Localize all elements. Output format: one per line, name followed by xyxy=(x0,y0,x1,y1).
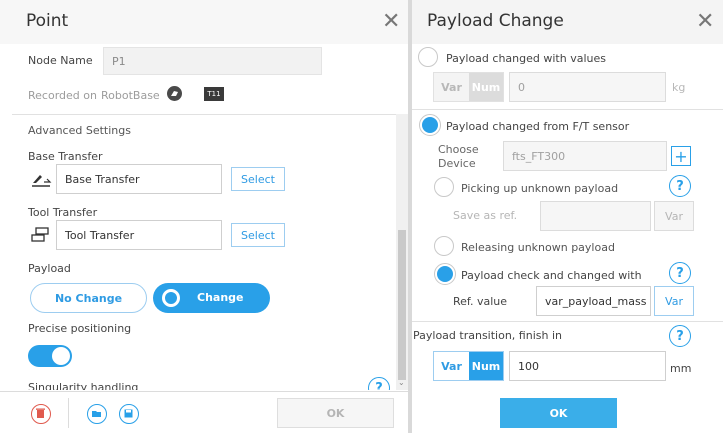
ref-value-label: Ref. value xyxy=(453,295,508,308)
base-transfer-input[interactable]: Base Transfer xyxy=(56,164,222,194)
point-panel: Point ✕ Node Name P1 Recorded on RobotBa… xyxy=(0,0,408,433)
recorded-on-value: RobotBase xyxy=(101,89,160,102)
transition-help-icon[interactable]: ? xyxy=(669,325,691,347)
precise-positioning-label: Precise positioning xyxy=(28,322,132,335)
opt-values-label: Payload changed with values xyxy=(446,52,606,65)
footer-separator xyxy=(68,398,69,428)
change-toggle[interactable]: Change xyxy=(153,283,270,313)
app-root: Point ✕ Node Name P1 Recorded on RobotBa… xyxy=(0,0,723,433)
payload-ok-button[interactable]: OK xyxy=(500,398,617,428)
save-as-ref-var-button[interactable]: Var xyxy=(654,201,694,231)
payload-change-panel: Payload Change ✕ Payload changed with va… xyxy=(412,0,723,433)
singularity-handling-label: Singularity handling xyxy=(28,381,139,390)
unit-mm: mm xyxy=(670,362,692,375)
no-change-label: No Change xyxy=(54,291,123,305)
point-title: Point xyxy=(26,11,69,31)
node-name-input[interactable]: P1 xyxy=(103,47,322,75)
save-icon[interactable] xyxy=(119,404,139,424)
payload-ok-label: OK xyxy=(549,406,568,420)
base-transfer-icon xyxy=(30,170,52,192)
device-input[interactable]: fts_FT300 xyxy=(503,141,667,171)
footer-divider xyxy=(0,391,408,392)
singularity-help-clip: ? xyxy=(368,375,392,390)
section-divider xyxy=(12,114,396,115)
save-as-ref-input[interactable] xyxy=(540,201,651,231)
base-transfer-select-button[interactable]: Select xyxy=(231,167,285,191)
base-transfer-label: Base Transfer xyxy=(28,150,103,163)
tool-transfer-input[interactable]: Tool Transfer xyxy=(56,220,222,250)
precise-positioning-toggle[interactable] xyxy=(28,345,72,367)
var-tab-2[interactable]: Var xyxy=(434,352,469,380)
singularity-clip: Singularity handling xyxy=(28,379,168,390)
delete-icon[interactable] xyxy=(31,404,51,424)
payload-check-label: Payload check and changed with xyxy=(461,269,642,282)
option-divider-1 xyxy=(412,109,723,110)
singularity-help-icon[interactable]: ? xyxy=(368,377,390,390)
payload-check-help-icon[interactable]: ? xyxy=(669,262,691,284)
num-tab-1[interactable]: Num xyxy=(469,73,503,101)
tool-transfer-select-button[interactable]: Select xyxy=(231,223,285,247)
tool-transfer-icon xyxy=(30,226,52,248)
picking-help-icon[interactable]: ? xyxy=(669,175,691,197)
scrollbar-track[interactable]: ⌄ xyxy=(396,114,408,390)
scroll-down-icon[interactable]: ⌄ xyxy=(398,378,405,387)
close-icon[interactable]: ✕ xyxy=(382,9,400,34)
point-titlebar: Point ✕ xyxy=(0,0,408,44)
node-name-label: Node Name xyxy=(28,54,93,67)
opt-ft-label: Payload changed from F/T sensor xyxy=(446,120,630,133)
ref-value-input[interactable]: var_payload_mass xyxy=(536,286,651,316)
transition-value-input[interactable]: 100 xyxy=(509,351,666,381)
transition-label: Payload transition, finish in xyxy=(413,329,562,342)
advanced-settings-heading: Advanced Settings xyxy=(28,124,131,137)
payload-titlebar: Payload Change ✕ xyxy=(412,0,723,44)
payload-label: Payload xyxy=(28,262,71,275)
radio-payload-check[interactable] xyxy=(434,263,456,285)
var-tab-1[interactable]: Var xyxy=(434,73,469,101)
no-change-toggle[interactable]: No Change xyxy=(30,283,147,313)
scrollbar-thumb[interactable] xyxy=(398,230,406,380)
recorded-on-label: Recorded on xyxy=(28,89,97,102)
tool-transfer-label: Tool Transfer xyxy=(28,206,98,219)
picking-label: Picking up unknown payload xyxy=(461,182,619,195)
point-ok-button[interactable]: OK xyxy=(277,398,394,428)
option-divider-2 xyxy=(412,321,723,322)
radio-payload-ft[interactable] xyxy=(419,114,441,136)
change-radio-icon xyxy=(162,289,180,307)
radio-payload-values[interactable] xyxy=(418,47,438,67)
add-device-icon[interactable]: + xyxy=(671,146,691,166)
unit-kg: kg xyxy=(672,81,686,94)
radio-releasing[interactable] xyxy=(434,236,454,256)
var-num-switch-2[interactable]: Var Num xyxy=(433,351,504,381)
num-tab-2[interactable]: Num xyxy=(469,352,503,380)
point-ok-label: OK xyxy=(326,406,345,420)
releasing-label: Releasing unknown payload xyxy=(461,241,615,254)
save-as-ref-label: Save as ref. xyxy=(453,209,518,222)
radio-picking[interactable] xyxy=(434,177,454,197)
close-icon[interactable]: ✕ xyxy=(696,9,714,34)
ref-value-var-button[interactable]: Var xyxy=(654,286,694,316)
recorded-badge: T11 xyxy=(204,87,224,101)
choose-device-label: Choose Device xyxy=(438,143,479,170)
toggle-knob xyxy=(52,347,70,365)
payload-change-title: Payload Change xyxy=(427,11,564,31)
robot-base-icon xyxy=(167,86,182,101)
change-label: Change xyxy=(197,291,244,304)
var-num-switch-1[interactable]: Var Num xyxy=(433,72,504,102)
open-folder-icon[interactable] xyxy=(87,404,107,424)
payload-value-input[interactable]: 0 xyxy=(509,72,666,102)
